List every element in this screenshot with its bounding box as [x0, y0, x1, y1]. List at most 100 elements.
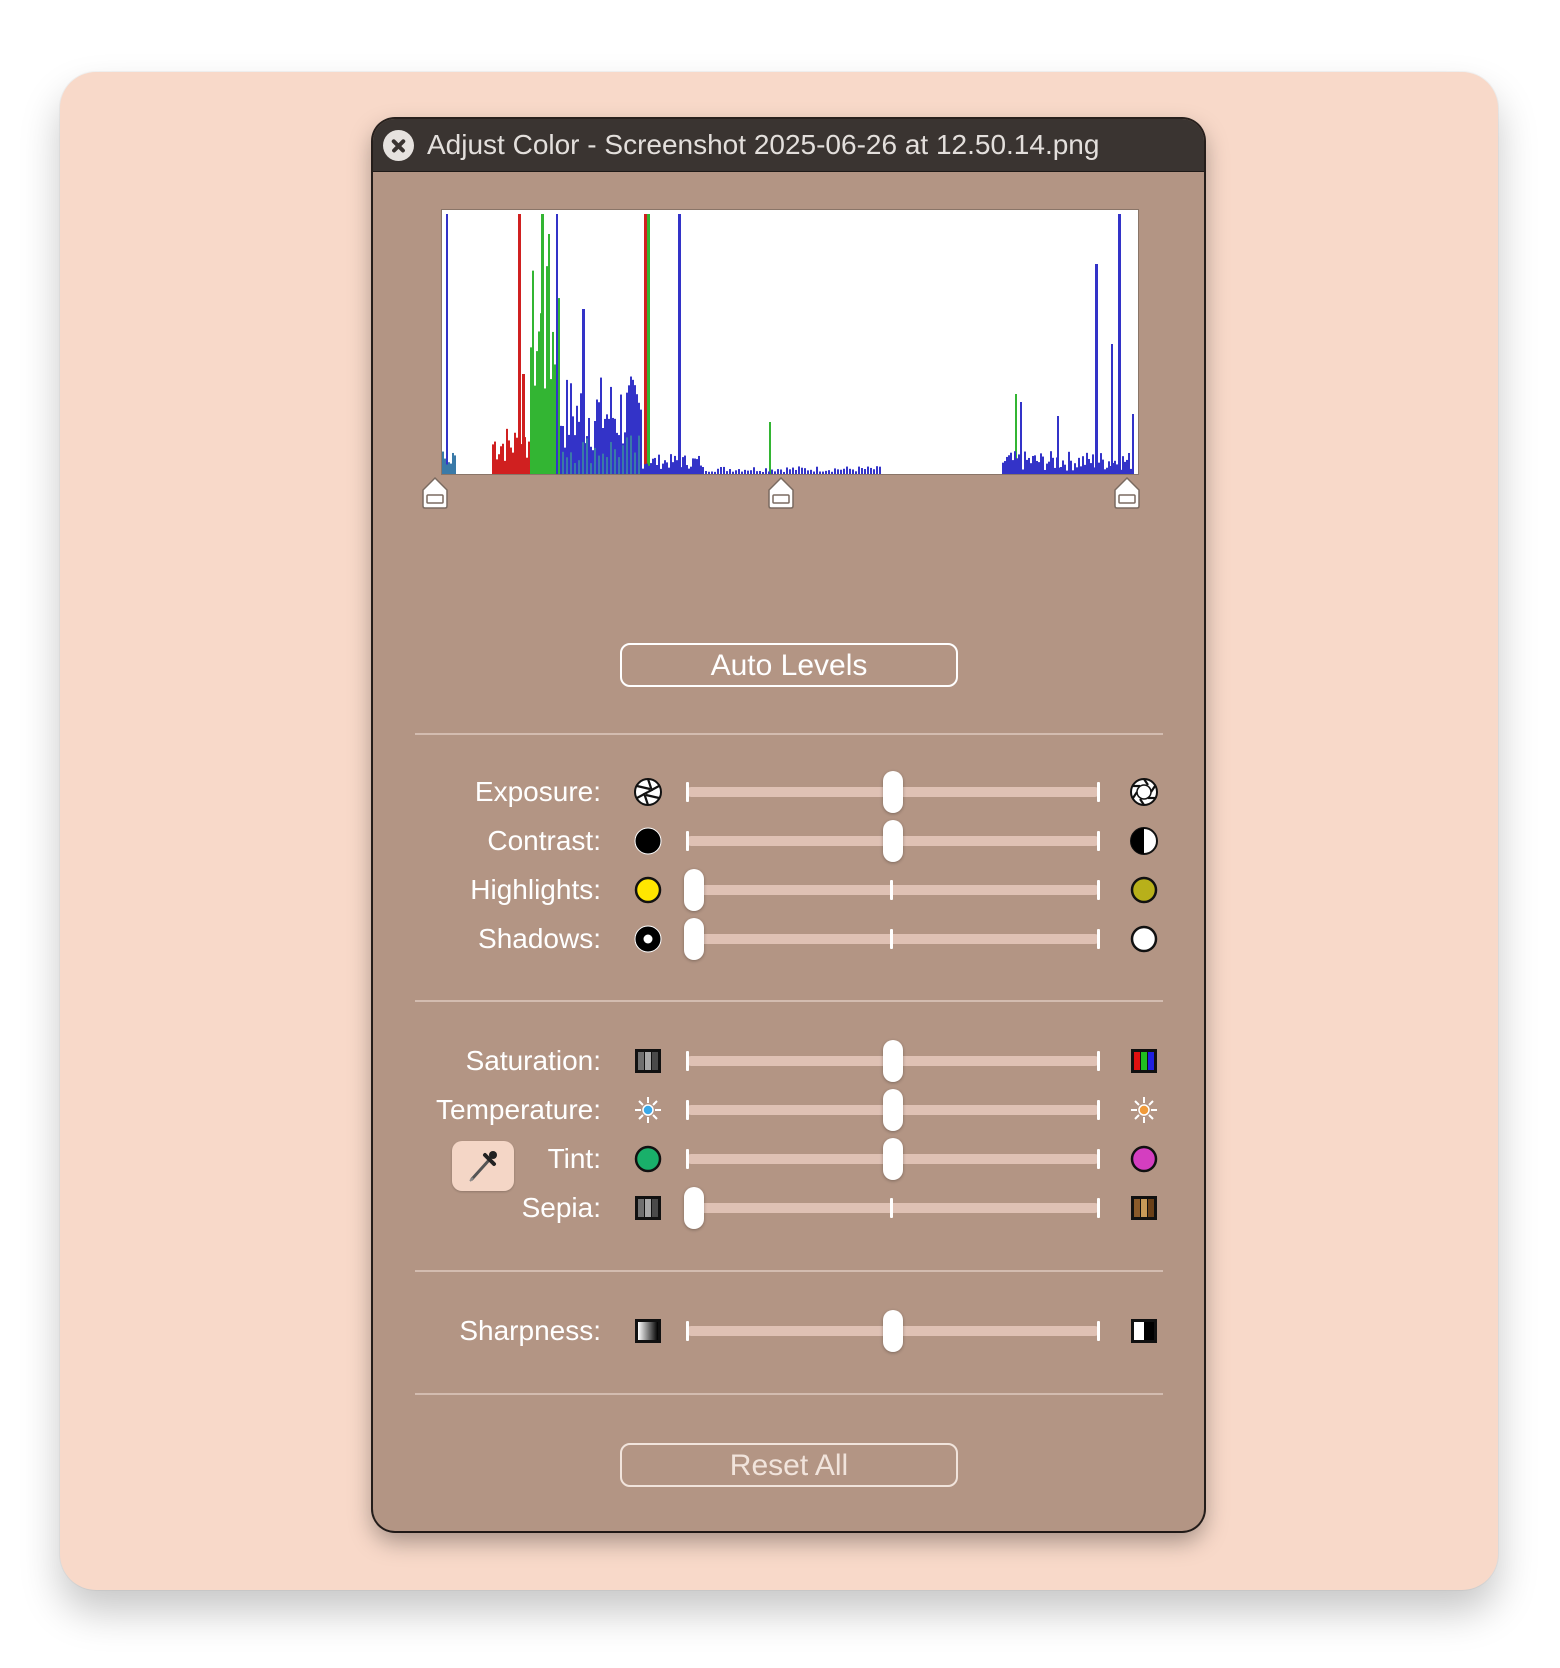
slider-max-tick [1097, 1051, 1100, 1071]
histogram-bar [446, 464, 448, 474]
histogram-bar [698, 455, 700, 474]
sharpness-slider[interactable] [686, 1310, 1100, 1352]
highlights-slider-thumb[interactable] [684, 869, 704, 911]
histogram-bar [644, 464, 646, 474]
histogram-bar [678, 214, 681, 474]
exposure-slider-thumb[interactable] [883, 771, 903, 813]
histogram-bar [807, 470, 809, 474]
auto-levels-button[interactable]: Auto Levels [620, 643, 958, 687]
saturation-slider-thumb[interactable] [883, 1040, 903, 1082]
tint-label: Tint: [547, 1143, 601, 1174]
histogram-bar [554, 364, 556, 474]
histogram-bar [1104, 469, 1106, 474]
histogram-bar [576, 405, 578, 474]
histogram-bar [762, 471, 764, 474]
gray-point-handle[interactable] [767, 476, 795, 510]
temperature-slider[interactable] [686, 1089, 1100, 1131]
sepia-stripes-icon [1131, 1196, 1157, 1220]
temperature-label: Temperature: [436, 1094, 601, 1125]
histogram-bar [786, 467, 788, 474]
slider-min-tick [686, 1100, 689, 1120]
warm-sun-icon [1131, 1097, 1157, 1123]
histogram-bar [792, 467, 794, 474]
histogram-bar [834, 468, 836, 474]
histogram-bar [1002, 462, 1004, 474]
aperture-closed-icon [634, 778, 662, 806]
histogram-bar [646, 463, 648, 474]
histogram-bar [789, 469, 791, 474]
shadows-slider[interactable] [684, 918, 1100, 960]
histogram-bar [588, 417, 590, 474]
histogram-bar [526, 457, 528, 474]
histogram-bar [1114, 460, 1116, 474]
exposure-slider[interactable] [686, 771, 1100, 813]
histogram-bar [774, 471, 776, 474]
shadows-label: Shadows: [478, 923, 601, 954]
histogram-bar [1130, 468, 1132, 474]
histogram-bar [822, 471, 824, 474]
white-point-handle[interactable] [1113, 476, 1141, 510]
histogram-bar [876, 466, 878, 474]
histogram-bar [798, 466, 800, 474]
histogram-bar [855, 471, 857, 474]
tint-slider-thumb[interactable] [883, 1138, 903, 1180]
histogram-bar [1126, 459, 1128, 474]
histogram-bar [696, 459, 698, 474]
histogram-bar [604, 418, 606, 474]
sepia-slider-thumb[interactable] [684, 1187, 704, 1229]
sepia-slider[interactable] [684, 1187, 1100, 1229]
slider-max-tick [1097, 929, 1100, 949]
histogram-bar [726, 471, 728, 474]
histogram-bar [819, 471, 821, 474]
close-icon[interactable] [383, 130, 414, 161]
separator [415, 733, 1163, 735]
histogram-bar [711, 471, 713, 474]
histogram-bar [1010, 452, 1012, 474]
histogram-bar [532, 270, 534, 474]
histogram-bar [768, 471, 770, 474]
histogram-bar [1072, 470, 1074, 474]
histogram-bar [870, 467, 872, 474]
histogram-bar [448, 462, 450, 474]
histogram-bar [852, 469, 854, 474]
histogram-bar [759, 471, 761, 474]
histogram-bar [518, 214, 521, 474]
slider-max-tick [1097, 880, 1100, 900]
rgb-stripes-icon [1131, 1049, 1157, 1073]
histogram-bar [638, 435, 640, 474]
reset-all-button[interactable]: Reset All [620, 1443, 958, 1487]
sharpness-slider-thumb[interactable] [883, 1310, 903, 1352]
histogram-bar [574, 463, 576, 474]
slider-min-tick [686, 1321, 689, 1341]
histogram-bar [1068, 451, 1070, 474]
histogram-bar [717, 468, 719, 474]
histogram-bar [644, 214, 647, 474]
histogram-bar [849, 468, 851, 474]
contrast-slider-thumb[interactable] [883, 820, 903, 862]
histogram-bar [648, 465, 650, 474]
temperature-slider-thumb[interactable] [883, 1089, 903, 1131]
slider-min-tick [686, 1149, 689, 1169]
histogram-bar [735, 470, 737, 474]
histogram-bar [658, 454, 660, 474]
histogram-bar [1062, 460, 1064, 474]
saturation-slider[interactable] [686, 1040, 1100, 1082]
green-circle-icon [634, 1145, 662, 1173]
histogram-bar [1100, 453, 1102, 474]
highlights-slider[interactable] [684, 869, 1100, 911]
histogram-bar [1024, 451, 1026, 474]
histogram-bar [632, 379, 634, 474]
histogram-bar [750, 470, 752, 474]
histogram-bar [1098, 462, 1100, 474]
title-bar[interactable]: Adjust Color - Screenshot 2025-06-26 at … [373, 119, 1204, 172]
histogram-bar [634, 452, 636, 474]
shadows-slider-thumb[interactable] [684, 918, 704, 960]
contrast-slider[interactable] [686, 820, 1100, 862]
histogram-bar [672, 462, 674, 474]
histogram-bar [1084, 464, 1086, 474]
histogram-bar [702, 467, 704, 474]
histogram-bar [1095, 264, 1098, 474]
black-point-handle[interactable] [421, 476, 449, 510]
tint-slider[interactable] [686, 1138, 1100, 1180]
black-dot-circle-icon [634, 925, 662, 953]
